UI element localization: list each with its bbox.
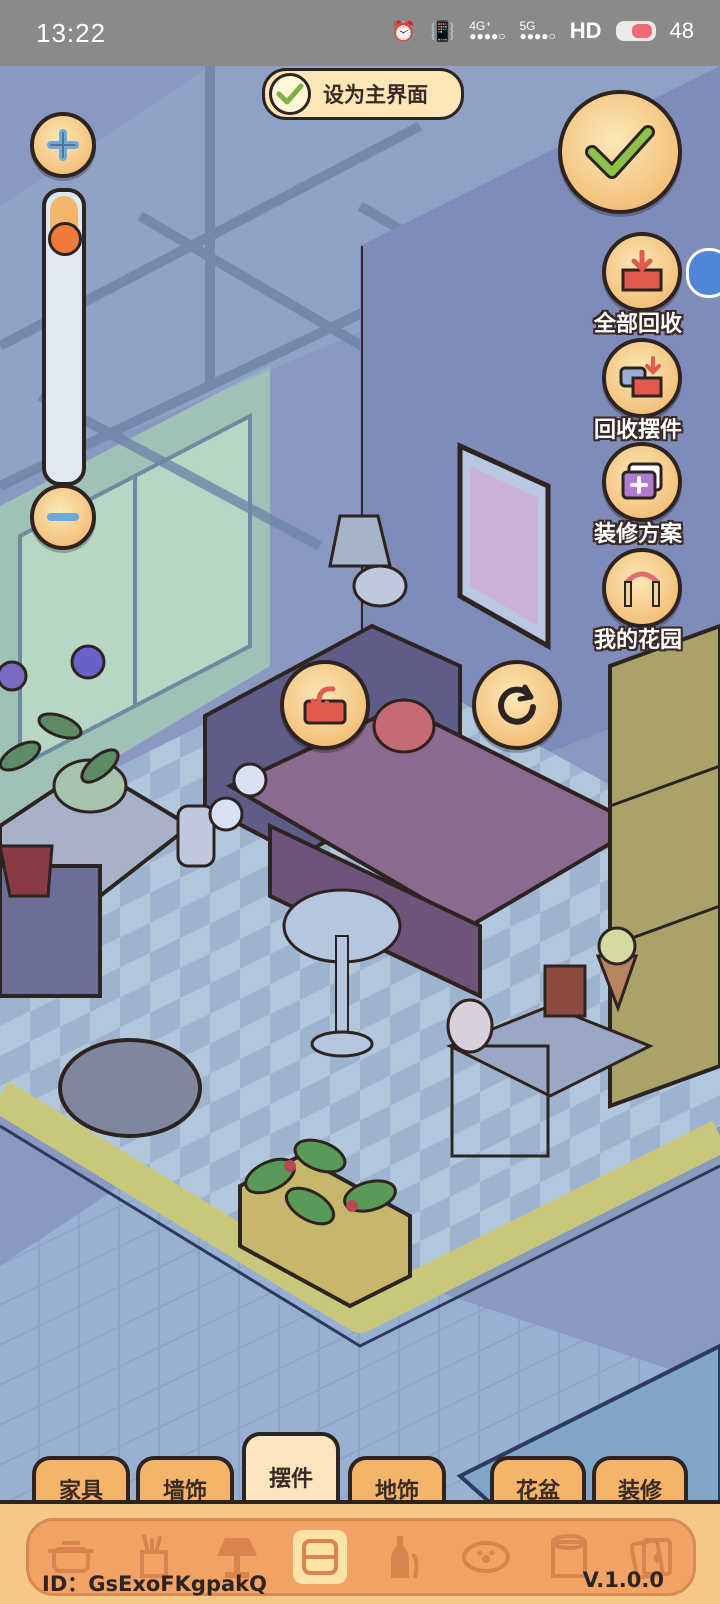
store-item-icon [303,686,347,725]
confirm-button[interactable] [558,90,682,214]
bottle-icon[interactable] [376,1530,430,1584]
version-label: V.1.0.0 [582,1568,664,1592]
check-icon [585,125,655,179]
recycle-all-icon [621,250,663,292]
recycle-all-button[interactable] [602,232,682,312]
status-time: 13:22 [36,18,107,48]
zoom-out-button[interactable] [30,484,96,550]
zoom-in-button[interactable] [30,112,96,178]
store-item-button[interactable] [280,660,370,750]
recycle-ornament-button[interactable] [602,338,682,418]
rotate-icon [498,684,536,725]
cushion-icon[interactable] [292,1530,347,1584]
side-badge[interactable] [686,248,720,298]
rotate-item-button[interactable] [472,660,562,750]
signal-5g-icon: 5G ●●●●○ [519,19,556,43]
minus-icon [47,513,79,521]
checkbox-check-icon[interactable] [269,73,311,115]
signal-4g-icon: 4G⁺ ●●●●○ [469,19,506,43]
set-main-screen-toggle[interactable]: 设为主界面 [262,68,464,120]
category-tabs: 家具 墙饰 摆件 地饰 花盆 装修 [0,1432,720,1518]
set-main-screen-label: 设为主界面 [323,83,428,107]
recycle-ornament-icon [619,356,663,398]
battery-level: 48 [669,18,694,43]
recycle-all-label: 全部回收 [594,312,683,337]
my-garden-icon [624,571,660,607]
network-label-1: 4G⁺ [469,19,492,33]
hd-label: HD [569,18,602,43]
my-garden-label: 我的花园 [594,628,683,653]
my-garden-button[interactable] [602,548,682,628]
status-icons: ⏰ 📳 4G⁺ ●●●●○ 5G ●●●●○ HD 48 [391,18,694,44]
alarm-icon: ⏰ [391,20,417,43]
decor-plan-button[interactable] [602,442,682,522]
vibrate-icon: 📳 [430,20,456,43]
network-label-2: 5G [519,19,536,33]
recycle-ornament-label: 回收摆件 [594,418,683,443]
decor-plan-label: 装修方案 [594,522,683,547]
plus-icon [47,129,79,161]
zoom-slider-knob[interactable] [48,222,82,256]
zoom-slider[interactable] [42,188,86,486]
battery-icon [615,21,656,41]
pet-bowl-icon[interactable] [459,1530,513,1584]
decor-plan-icon [621,462,663,500]
user-id: ID：GsExoFKgpakQ [42,1572,267,1596]
status-bar: 13:22 ⏰ 📳 4G⁺ ●●●●○ 5G ●●●●○ HD 48 [0,0,720,66]
